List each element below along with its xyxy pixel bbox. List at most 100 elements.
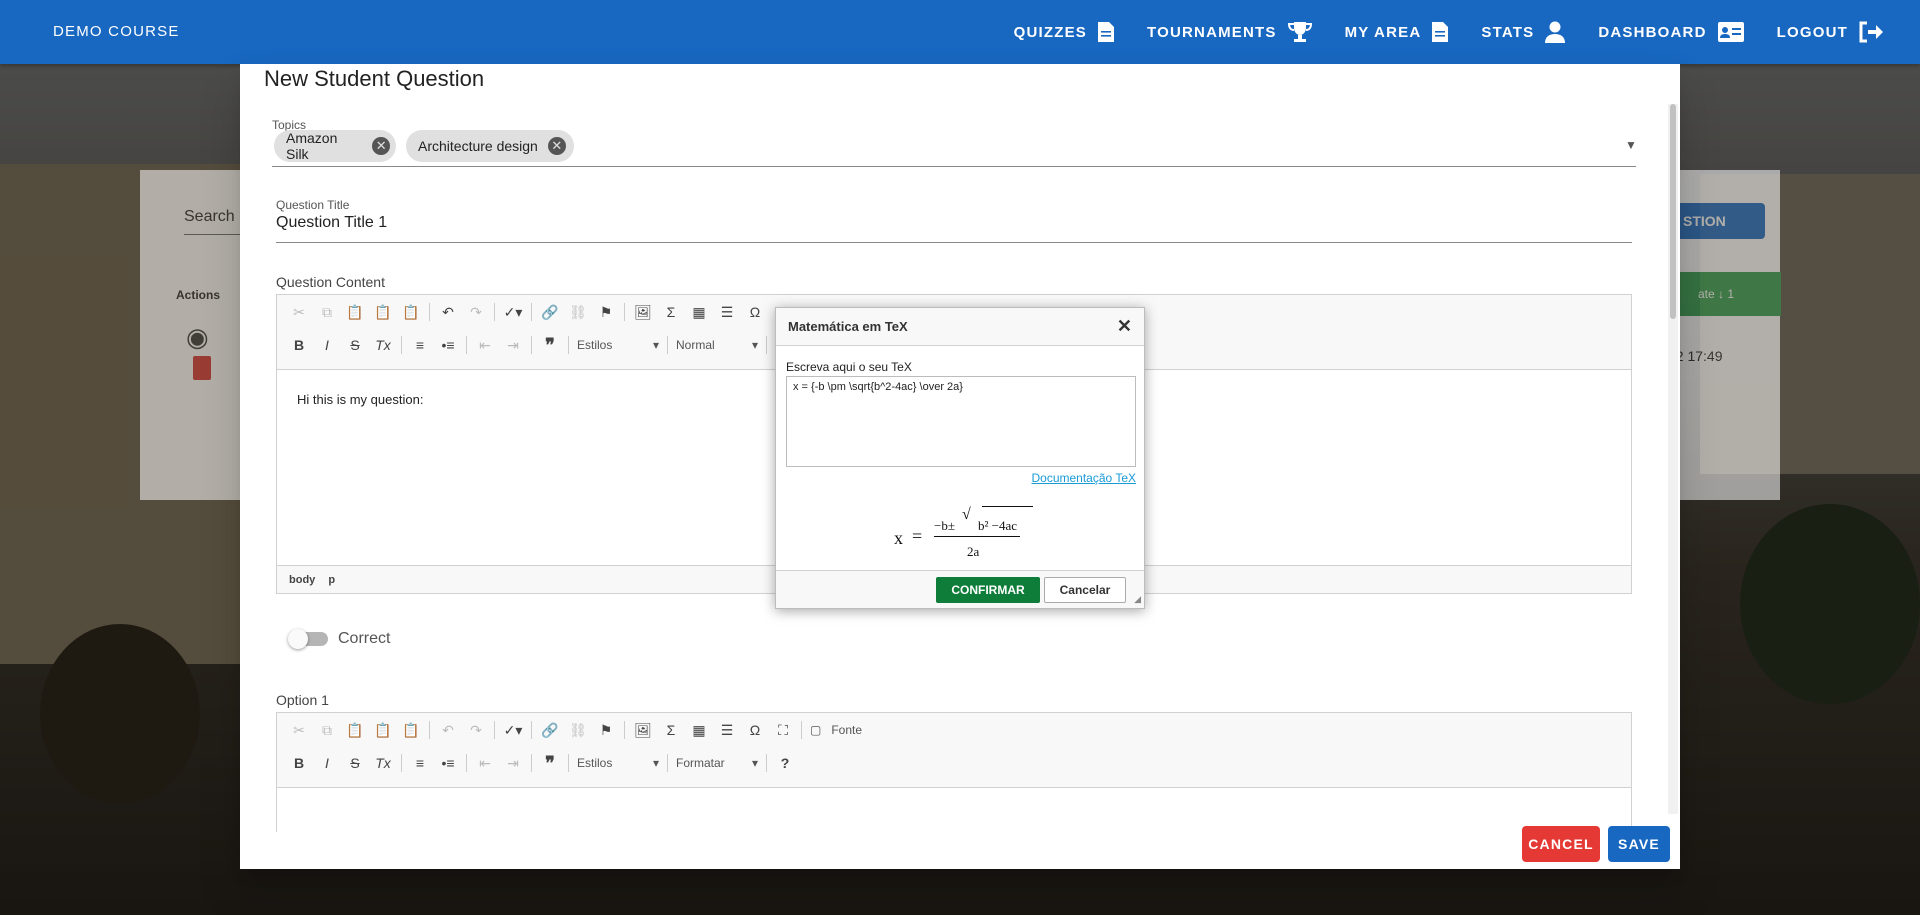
help-icon[interactable]: ? [771, 750, 799, 776]
resize-handle-icon[interactable]: ◢ [1134, 594, 1141, 605]
unlink-icon[interactable]: ⛓ [564, 299, 592, 325]
close-icon[interactable]: ✕ [1117, 316, 1132, 337]
image-icon[interactable]: 🖼 [629, 299, 657, 325]
remove-format-icon[interactable]: Tx [369, 332, 397, 358]
tex-documentation-link[interactable]: Documentação TeX [1031, 471, 1136, 485]
strikethrough-icon[interactable]: S [341, 332, 369, 358]
paste-text-icon[interactable]: 📋 [369, 299, 397, 325]
trash-icon [193, 356, 211, 380]
close-icon[interactable]: ✕ [547, 137, 566, 155]
tex-preview: x = −b± √ b² −4ac 2a [894, 506, 1034, 566]
format-combo[interactable]: Normal ▾ [672, 334, 762, 356]
paste-icon[interactable]: 📋 [341, 299, 369, 325]
numbered-list-icon[interactable]: ≡ [406, 332, 434, 358]
nav-logout[interactable]: LOGOUT [1761, 0, 1900, 64]
numbered-list-icon[interactable]: ≡ [406, 750, 434, 776]
scrollbar-thumb[interactable] [1670, 104, 1676, 319]
anchor-flag-icon[interactable]: ⚑ [592, 717, 620, 743]
copy-icon[interactable]: ⧉ [313, 717, 341, 743]
paste-icon[interactable]: 📋 [341, 717, 369, 743]
bold-icon[interactable]: B [285, 332, 313, 358]
blockquote-icon[interactable]: ❞ [536, 750, 564, 776]
cancel-button[interactable]: CANCEL [1522, 826, 1600, 862]
omega-icon[interactable]: Ω [741, 717, 769, 743]
unlink-icon[interactable]: ⛓ [564, 717, 592, 743]
cut-icon[interactable]: ✂ [285, 717, 313, 743]
outdent-icon[interactable]: ⇤ [471, 332, 499, 358]
strikethrough-icon[interactable]: S [341, 750, 369, 776]
maximize-icon[interactable]: ⛶ [769, 717, 797, 743]
background-new-question-button: STION [1665, 203, 1765, 239]
anchor-flag-icon[interactable]: ⚑ [592, 299, 620, 325]
nav-my-area[interactable]: MY AREA [1329, 0, 1466, 64]
spellcheck-icon[interactable]: ✓▾ [499, 299, 527, 325]
tex-dialog-title: Matemática em TeX [788, 319, 908, 334]
spellcheck-icon[interactable]: ✓▾ [499, 717, 527, 743]
dialog-scrollbar[interactable] [1668, 104, 1678, 814]
preview-lhs: x [894, 528, 903, 548]
table-icon[interactable]: ▦ [685, 299, 713, 325]
format-combo[interactable]: Formatar ▾ [672, 752, 762, 774]
document-icon [1432, 22, 1449, 42]
toolbar-separator [624, 721, 625, 739]
styles-combo[interactable]: Estilos ▾ [573, 334, 663, 356]
status-path-p[interactable]: p [328, 574, 335, 586]
topics-select-underline[interactable] [272, 166, 1636, 167]
redo-icon[interactable]: ↷ [462, 717, 490, 743]
question-title-input[interactable]: Question Title 1 [276, 214, 1632, 238]
save-button[interactable]: SAVE [1608, 826, 1670, 862]
italic-icon[interactable]: I [313, 750, 341, 776]
chevron-down-icon[interactable]: ▼ [1625, 138, 1637, 152]
redo-icon[interactable]: ↷ [462, 299, 490, 325]
outdent-icon[interactable]: ⇤ [471, 750, 499, 776]
paste-word-icon[interactable]: 📋 [397, 717, 425, 743]
tex-dialog-header[interactable]: Matemática em TeX ✕ [776, 308, 1144, 346]
toggle-knob[interactable] [288, 629, 308, 649]
correct-toggle[interactable] [288, 629, 328, 649]
link-icon[interactable]: 🔗 [536, 299, 564, 325]
tex-input[interactable]: x = {-b \pm \sqrt{b^2-4ac} \over 2a} [786, 376, 1136, 467]
brand-link[interactable]: DEMO COURSE [53, 0, 180, 64]
image-icon[interactable]: 🖼 [629, 717, 657, 743]
option-1-content-area[interactable] [277, 787, 1631, 833]
italic-icon[interactable]: I [313, 332, 341, 358]
toolbar-separator [531, 336, 532, 354]
paste-text-icon[interactable]: 📋 [369, 717, 397, 743]
cut-icon[interactable]: ✂ [285, 299, 313, 325]
horizontal-line-icon[interactable]: ☰ [713, 299, 741, 325]
nav-quizzes[interactable]: QUIZZES [998, 0, 1131, 64]
status-path-body[interactable]: body [289, 574, 315, 586]
nav-dashboard[interactable]: DASHBOARD [1582, 0, 1760, 64]
link-icon[interactable]: 🔗 [536, 717, 564, 743]
sigma-icon[interactable]: Σ [657, 717, 685, 743]
omega-icon[interactable]: Ω [741, 299, 769, 325]
undo-icon[interactable]: ↶ [434, 299, 462, 325]
topic-chip[interactable]: Amazon Silk ✕ [274, 130, 396, 162]
bulleted-list-icon[interactable]: •≡ [434, 750, 462, 776]
bulleted-list-icon[interactable]: •≡ [434, 332, 462, 358]
tex-cancel-button[interactable]: Cancelar [1044, 577, 1126, 603]
toolbar-separator [624, 303, 625, 321]
nav-dashboard-label: DASHBOARD [1598, 23, 1707, 41]
bold-icon[interactable]: B [285, 750, 313, 776]
preview-equals: = [912, 526, 923, 546]
styles-combo[interactable]: Estilos ▾ [573, 752, 663, 774]
copy-icon[interactable]: ⧉ [313, 299, 341, 325]
editor-toolbar-row-2: B I S Tx ≡ •≡ ⇤ ⇥ ❞ Estilos▾ Normal▾ ? [285, 332, 799, 358]
remove-format-icon[interactable]: Tx [369, 750, 397, 776]
indent-icon[interactable]: ⇥ [499, 332, 527, 358]
undo-icon[interactable]: ↶ [434, 717, 462, 743]
nav-stats[interactable]: STATS [1465, 0, 1582, 64]
nav-tournaments[interactable]: TOURNAMENTS [1131, 0, 1329, 64]
close-icon[interactable]: ✕ [372, 137, 390, 155]
styles-combo-label: Estilos [577, 756, 613, 770]
sigma-icon[interactable]: Σ [657, 299, 685, 325]
topic-chip[interactable]: Architecture design ✕ [406, 130, 574, 162]
table-icon[interactable]: ▦ [685, 717, 713, 743]
confirm-button[interactable]: CONFIRMAR [936, 577, 1040, 603]
paste-word-icon[interactable]: 📋 [397, 299, 425, 325]
indent-icon[interactable]: ⇥ [499, 750, 527, 776]
horizontal-line-icon[interactable]: ☰ [713, 717, 741, 743]
blockquote-icon[interactable]: ❞ [536, 332, 564, 358]
source-button[interactable]: ▢ Fonte [806, 719, 866, 741]
